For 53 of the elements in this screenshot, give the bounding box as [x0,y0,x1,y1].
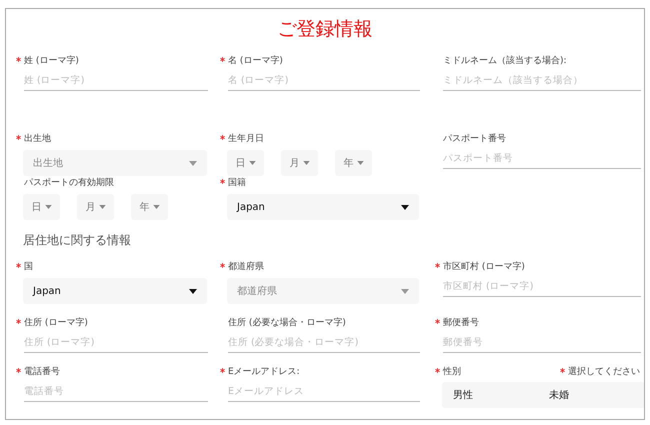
select-value[interactable]: 男性 [453,388,549,402]
caret-icon [189,160,197,166]
field-label: 国 [24,261,33,274]
caret-icon [401,204,409,210]
field-label: 性別 [443,366,461,379]
field-label: Eメールアドレス: [228,366,300,379]
field-label: 国籍 [228,176,246,190]
field-label: 住所 (ローマ字) [24,316,88,330]
text-field[interactable]: 住所 (ローマ字) [24,333,208,353]
text-field[interactable]: 電話番号 [24,382,208,402]
date-dropdown[interactable]: 日 [23,194,60,220]
text-field[interactable]: 名 (ローマ字) [228,71,420,91]
select-field[interactable]: Japan [23,278,207,304]
date-dropdown[interactable]: 年 [131,194,168,220]
form-title: ご登録情報 [276,17,374,42]
date-dropdown[interactable]: 日 [227,150,264,176]
field-label: 住所 (必要な場合・ローマ字) [228,316,346,330]
caret-icon [189,288,197,294]
field-label: 都道府県 [228,260,264,274]
select-value[interactable]: 未婚 [549,388,644,402]
field-label: ミドルネーム（該当する場合): [443,54,567,68]
date-dropdown[interactable]: 月 [77,194,114,220]
caret-icon [152,205,160,209]
field-label: 姓 (ローマ字) [24,54,79,68]
caret-icon [302,161,310,165]
field-label: 選択してください [568,366,640,379]
section-heading: 居住地に関する情報 [23,232,132,248]
select-field[interactable]: Japan [227,194,419,220]
text-field[interactable]: 姓 (ローマ字) [24,71,208,91]
date-dropdown[interactable]: 月 [281,150,318,176]
field-label: パスポートの有効期限 [24,176,114,190]
text-field[interactable]: ミドルネーム（該当する場合） [443,71,641,91]
field-label: 生年月日 [228,132,264,146]
field-label: 電話番号 [24,366,60,379]
caret-icon [248,161,256,165]
text-field[interactable]: パスポート番号 [443,149,641,169]
field-label: 市区町村 (ローマ字) [443,260,525,274]
caret-icon [44,205,52,209]
text-field[interactable]: 住所 (必要な場合・ローマ字) [228,333,420,353]
select-field[interactable]: 都道府県 [227,278,419,304]
field-label: 名 (ローマ字) [228,54,283,68]
field-label: パスポート番号 [443,132,506,146]
text-field[interactable]: Eメールアドレス [228,382,420,402]
text-field[interactable]: 市区町村 (ローマ字) [443,277,641,297]
caret-icon [356,161,364,165]
date-dropdown[interactable]: 年 [335,150,372,176]
caret-icon [401,288,409,294]
field-label: 出生地 [24,132,51,146]
caret-icon [98,205,106,209]
field-label: 郵便番号 [443,316,479,330]
select-field[interactable]: 出生地 [23,150,207,176]
text-field[interactable]: 郵便番号 [443,333,641,353]
select-box[interactable]: 男性 未婚 [442,382,644,408]
